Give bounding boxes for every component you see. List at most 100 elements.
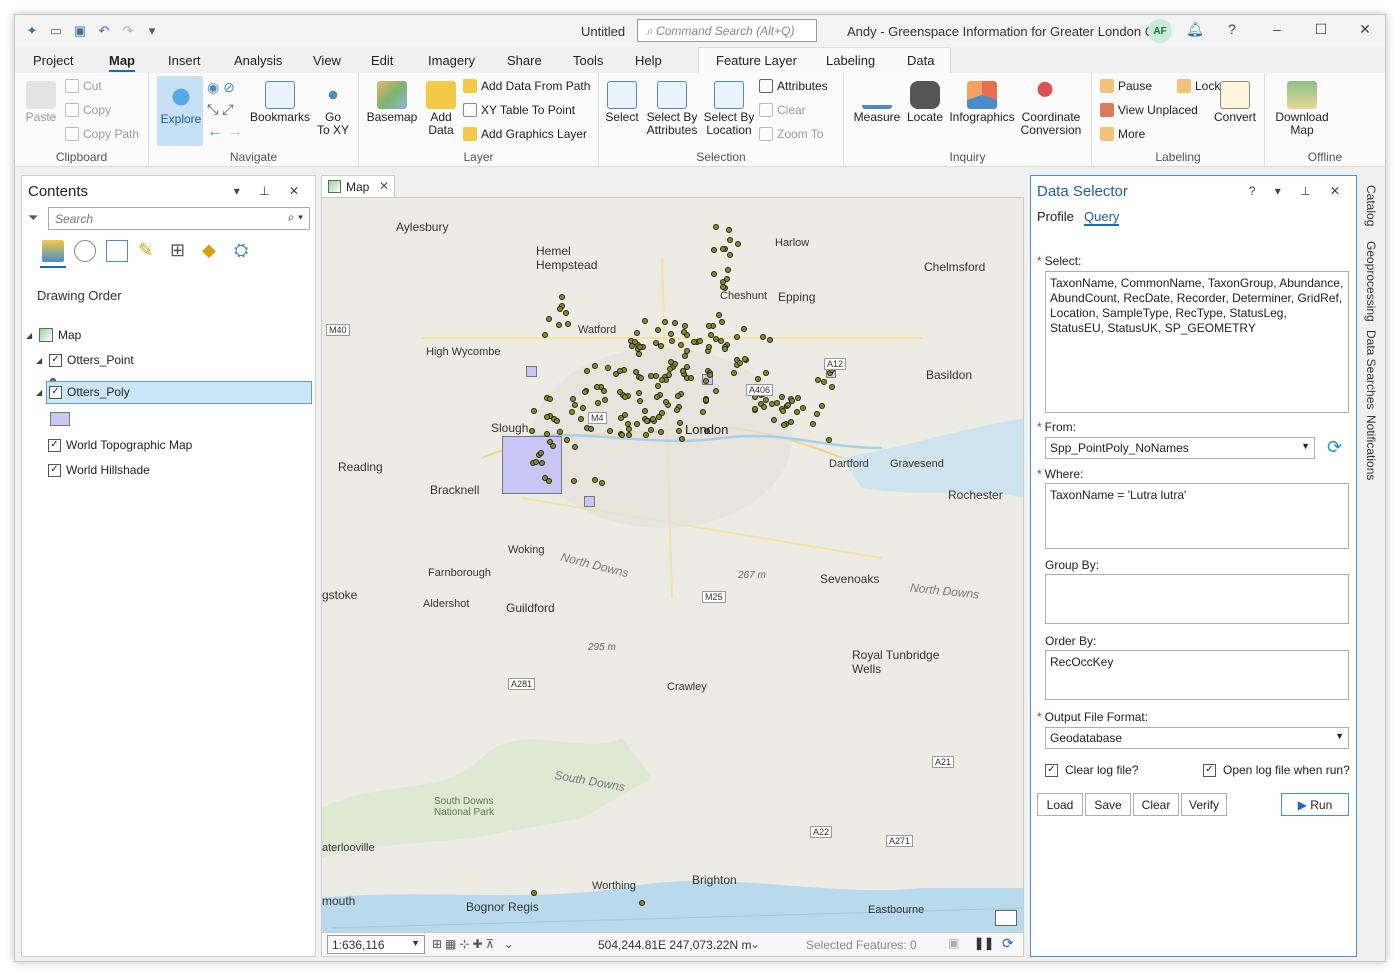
otter-point[interactable] bbox=[591, 363, 598, 370]
otter-point[interactable] bbox=[726, 251, 733, 258]
otter-point[interactable] bbox=[713, 387, 720, 394]
otter-polygon[interactable] bbox=[584, 496, 595, 507]
otter-point[interactable] bbox=[679, 367, 686, 374]
otter-point[interactable] bbox=[601, 388, 608, 395]
otter-point[interactable] bbox=[591, 476, 598, 483]
otter-point[interactable] bbox=[545, 316, 552, 323]
otter-point[interactable] bbox=[682, 323, 689, 330]
run-button[interactable]: ▶︎ Run bbox=[1281, 793, 1349, 816]
otter-point[interactable] bbox=[637, 374, 644, 381]
otter-point[interactable] bbox=[731, 370, 738, 377]
xy-table-button[interactable]: XY Table To Point bbox=[463, 103, 575, 117]
otter-point[interactable] bbox=[677, 341, 684, 348]
save-icon[interactable]: ▣ bbox=[71, 22, 89, 40]
otter-point[interactable] bbox=[734, 334, 741, 341]
otter-point[interactable] bbox=[661, 319, 668, 326]
pause-drawing-icon[interactable]: ❚❚ bbox=[974, 936, 994, 950]
toc-world-topographic[interactable]: ✓ World Topographic Map bbox=[48, 438, 192, 452]
refresh-icon[interactable]: ⟳ bbox=[1002, 935, 1014, 952]
otter-point[interactable] bbox=[759, 333, 766, 340]
collapse-icon[interactable]: ◢ bbox=[26, 331, 34, 340]
otter-point[interactable] bbox=[571, 444, 578, 451]
otter-point[interactable] bbox=[789, 397, 796, 404]
otter-point[interactable] bbox=[799, 404, 806, 411]
otter-point[interactable] bbox=[699, 408, 706, 415]
toc-world-hillshade[interactable]: ✓ World Hillshade bbox=[48, 463, 150, 477]
otter-point[interactable] bbox=[707, 371, 714, 378]
tab-feature-layer[interactable]: Feature Layer bbox=[716, 53, 797, 68]
otters-poly-checkbox[interactable]: ✓ bbox=[49, 385, 62, 399]
otter-point[interactable] bbox=[616, 368, 623, 375]
otter-point[interactable] bbox=[658, 429, 665, 436]
list-by-perspective-icon[interactable]: ⛭ bbox=[234, 240, 256, 262]
otter-point[interactable] bbox=[563, 437, 570, 444]
otter-point[interactable] bbox=[829, 384, 836, 391]
selected-features[interactable]: Selected Features: 0 bbox=[806, 938, 917, 952]
convert-labels-button[interactable]: Convert bbox=[1212, 81, 1258, 124]
tab-query[interactable]: Query bbox=[1084, 209, 1120, 226]
side-tab-catalog[interactable]: Catalog bbox=[1364, 185, 1378, 226]
list-by-data-source-icon[interactable] bbox=[74, 240, 96, 262]
otter-point[interactable] bbox=[556, 428, 563, 435]
otter-point[interactable] bbox=[718, 319, 725, 326]
otter-point[interactable] bbox=[673, 407, 680, 414]
otter-point[interactable] bbox=[584, 367, 591, 374]
otter-point[interactable] bbox=[723, 276, 730, 283]
refresh-tables-icon[interactable]: ⟳ bbox=[1327, 437, 1342, 458]
otter-point[interactable] bbox=[571, 478, 578, 485]
otter-point[interactable] bbox=[531, 890, 538, 897]
tab-map[interactable]: Map bbox=[109, 53, 135, 72]
otter-point[interactable] bbox=[820, 378, 827, 385]
otter-point[interactable] bbox=[579, 405, 586, 412]
select-field[interactable]: TaxonName, CommonName, TaxonGroup, Abund… bbox=[1045, 271, 1349, 413]
otter-point[interactable] bbox=[531, 407, 538, 414]
group-by-field[interactable] bbox=[1045, 574, 1349, 624]
otter-point[interactable] bbox=[763, 369, 770, 376]
otter-point[interactable] bbox=[774, 400, 781, 407]
map-nav-tools-icon[interactable]: ⊞▦⊹✚⊼ ⌄ bbox=[432, 937, 517, 951]
new-project-icon[interactable]: ✦ bbox=[23, 22, 41, 40]
tab-tools[interactable]: Tools bbox=[573, 53, 603, 68]
otter-point[interactable] bbox=[538, 459, 545, 466]
toc-otters-point[interactable]: ◢ ✓ Otters_Point bbox=[36, 353, 134, 367]
otter-point[interactable] bbox=[533, 458, 540, 465]
cut-button[interactable]: Cut bbox=[65, 79, 102, 93]
otter-point[interactable] bbox=[688, 374, 695, 381]
search-icon[interactable]: ⌕ ▾ bbox=[288, 210, 303, 225]
measure-button[interactable]: Measure bbox=[852, 81, 902, 124]
user-account[interactable]: Andy - Greenspace Information for Greate… bbox=[847, 24, 1167, 39]
notification-bell-icon[interactable]: 🔔︎ bbox=[1185, 21, 1205, 38]
maximize-icon[interactable]: ☐ bbox=[1311, 21, 1331, 38]
otter-point[interactable] bbox=[655, 383, 662, 390]
save-button[interactable]: Save bbox=[1085, 793, 1131, 816]
otter-point[interactable] bbox=[726, 236, 733, 243]
otter-point[interactable] bbox=[668, 331, 675, 338]
from-dropdown[interactable]: Spp_PointPoly_NoNames ▼ bbox=[1045, 437, 1315, 459]
customize-icon[interactable]: ▾ bbox=[143, 22, 161, 40]
map-scale-dropdown[interactable]: 1:636,116 ▼ bbox=[327, 935, 425, 954]
help-icon[interactable]: ? bbox=[1222, 21, 1242, 37]
otter-point[interactable] bbox=[636, 397, 643, 404]
otter-point[interactable] bbox=[711, 247, 718, 254]
otter-point[interactable] bbox=[770, 416, 777, 423]
otter-point[interactable] bbox=[676, 428, 683, 435]
otter-point[interactable] bbox=[711, 271, 718, 278]
tab-insert[interactable]: Insert bbox=[168, 53, 201, 68]
otter-point[interactable] bbox=[653, 393, 660, 400]
otter-point[interactable] bbox=[697, 338, 704, 345]
select-button[interactable]: Select bbox=[605, 81, 639, 124]
otter-point[interactable] bbox=[766, 337, 773, 344]
otter-point[interactable] bbox=[549, 442, 556, 449]
otter-point[interactable] bbox=[642, 318, 649, 325]
otter-point[interactable] bbox=[706, 344, 713, 351]
add-data-from-path-button[interactable]: Add Data From Path bbox=[463, 79, 590, 93]
go-to-xy-button[interactable]: Go To XY bbox=[313, 81, 353, 137]
selection-chips-icon[interactable]: ▣ bbox=[948, 936, 959, 950]
world-hillshade-checkbox[interactable]: ✓ bbox=[48, 463, 61, 477]
otter-point[interactable] bbox=[569, 395, 576, 402]
otter-point[interactable] bbox=[654, 327, 661, 334]
otter-point[interactable] bbox=[641, 407, 648, 414]
otter-point[interactable] bbox=[668, 338, 675, 345]
previous-extent-icon[interactable]: ← → bbox=[207, 123, 243, 141]
open-log-option[interactable]: ✓ Open log file when run? bbox=[1203, 763, 1350, 777]
